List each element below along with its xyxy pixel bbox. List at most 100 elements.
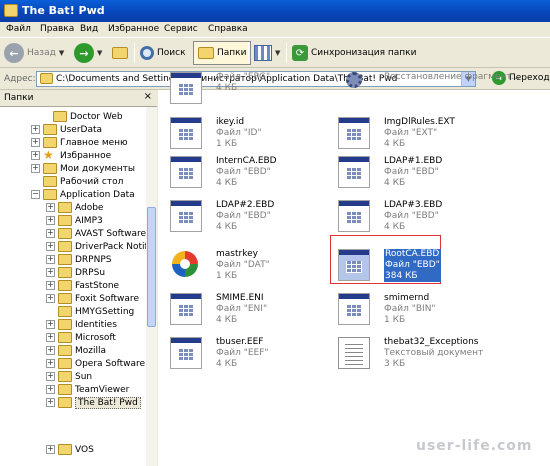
chevron-down-icon[interactable]: ▼ bbox=[59, 49, 64, 57]
tree-item[interactable]: + DRPNPS bbox=[46, 253, 111, 266]
menu-favorites[interactable]: Избранное bbox=[108, 24, 159, 34]
tree-item[interactable]: + TeamViewer bbox=[46, 383, 129, 396]
tree-item[interactable]: + Sun bbox=[46, 370, 92, 383]
back-button[interactable]: ← Назад ▼ bbox=[4, 41, 64, 65]
tree-item[interactable]: Doctor Web bbox=[41, 110, 123, 123]
file-item[interactable]: LDAP#3.EBD Файл "EBD" 4 КБ bbox=[338, 198, 528, 238]
tree-item-label: Главное меню bbox=[60, 137, 128, 148]
gear-icon bbox=[338, 72, 370, 104]
tree-item[interactable]: + VOS bbox=[46, 443, 94, 456]
folder-icon bbox=[58, 371, 72, 382]
expander-icon[interactable]: + bbox=[46, 229, 55, 238]
file-name: SMIME.ENI bbox=[216, 293, 264, 303]
toolbar: ← Назад ▼ → ▼ Поиск Папки ▼ ⟳ Синхрониза… bbox=[0, 38, 550, 68]
expander-icon[interactable]: + bbox=[31, 151, 40, 160]
tree-item[interactable]: + Opera Software bbox=[46, 357, 145, 370]
tree-item[interactable]: + Foxit Software bbox=[46, 292, 139, 305]
tree-item[interactable]: + DRPSu bbox=[46, 266, 105, 279]
expander-icon[interactable]: + bbox=[46, 445, 55, 454]
close-icon[interactable]: × bbox=[144, 91, 152, 102]
tree-item[interactable]: + AVAST Software bbox=[46, 227, 146, 240]
file-item[interactable]: ImgDlRules.EXT Файл "EXT" 4 КБ bbox=[338, 115, 528, 155]
expander-icon[interactable]: + bbox=[46, 359, 55, 368]
chevron-down-icon[interactable]: ▼ bbox=[97, 49, 102, 57]
folder-icon bbox=[58, 444, 72, 455]
views-button[interactable]: ▼ bbox=[254, 41, 280, 65]
file-item[interactable]: mastrkey Файл "DAT" 1 КБ bbox=[170, 247, 360, 287]
file-item[interactable]: SMIME.ENI Файл "ENI" 4 КБ bbox=[170, 291, 360, 331]
file-item[interactable]: thebat32_Exceptions Текстовый документ 3 К… bbox=[338, 335, 528, 375]
file-item[interactable]: ikey.id Файл "ID" 1 КБ bbox=[170, 115, 360, 155]
tree-item[interactable]: HMYGSetting bbox=[46, 305, 134, 318]
expander-icon[interactable]: + bbox=[46, 294, 55, 303]
tree-item[interactable]: + The Bat! Pwd bbox=[46, 396, 141, 409]
expander-icon[interactable]: + bbox=[31, 164, 40, 173]
file-item[interactable]: RootCA.EBD Файл "EBD" 384 КБ bbox=[338, 247, 528, 287]
file-item[interactable]: InternCA.EBD Файл "EBD" 4 КБ bbox=[170, 154, 360, 194]
expander-icon[interactable]: + bbox=[46, 242, 55, 251]
file-item[interactable]: Восстановление фрагмент... bbox=[338, 70, 528, 110]
menu-edit[interactable]: Правка bbox=[40, 24, 74, 34]
folder-tree: Doctor Web + UserData + Главное меню + ★ Избран… bbox=[0, 107, 146, 466]
up-button[interactable] bbox=[112, 41, 128, 65]
tree-item[interactable]: + Identities bbox=[46, 318, 117, 331]
tree-item[interactable]: + ★ Избранное bbox=[31, 149, 111, 162]
toolbar-separator bbox=[134, 43, 135, 63]
expander-icon[interactable]: + bbox=[46, 320, 55, 329]
file-item[interactable]: tbuser.EEF Файл "EEF" 4 КБ bbox=[170, 335, 360, 375]
tree-item[interactable]: + Microsoft bbox=[46, 331, 116, 344]
vertical-scrollbar[interactable] bbox=[146, 107, 157, 466]
file-type: Файл "EXT" bbox=[384, 128, 438, 138]
file-item[interactable]: smimernd Файл "BIN" 1 КБ bbox=[338, 291, 528, 331]
expander-icon[interactable]: + bbox=[46, 255, 55, 264]
expander-icon[interactable]: + bbox=[46, 346, 55, 355]
menu-view[interactable]: Вид bbox=[80, 24, 98, 34]
file-type: Файл "ENI" bbox=[216, 304, 268, 314]
tree-item[interactable]: Рабочий стол bbox=[31, 175, 123, 188]
tree-item[interactable]: + Mozilla bbox=[46, 344, 106, 357]
expander-icon[interactable]: + bbox=[31, 138, 40, 147]
tree-item[interactable]: + AIMP3 bbox=[46, 214, 103, 227]
expander-icon[interactable]: + bbox=[46, 372, 55, 381]
expander-icon[interactable]: + bbox=[46, 385, 55, 394]
menu-tools[interactable]: Сервис bbox=[164, 24, 198, 34]
toolbar-separator bbox=[286, 43, 287, 63]
file-item[interactable]: Файл "EPG" 4 КБ bbox=[170, 70, 360, 110]
sync-button[interactable]: ⟳ Синхронизация папки bbox=[292, 41, 416, 65]
file-item[interactable]: LDAP#1.EBD Файл "EBD" 4 КБ bbox=[338, 154, 528, 194]
search-button[interactable]: Поиск bbox=[140, 41, 186, 65]
folder-icon bbox=[4, 4, 18, 17]
tree-item-label: Application Data bbox=[60, 189, 135, 200]
expander-icon[interactable]: + bbox=[46, 398, 55, 407]
chevron-down-icon: ▼ bbox=[275, 49, 281, 57]
expander-icon[interactable]: + bbox=[31, 125, 40, 134]
data-file-icon bbox=[338, 156, 370, 188]
forward-button[interactable]: → ▼ bbox=[74, 41, 102, 65]
folders-pane-header: Папки × bbox=[0, 90, 157, 107]
tree-item[interactable]: + FastStone bbox=[46, 279, 119, 292]
tree-item[interactable]: + UserData bbox=[31, 123, 102, 136]
data-file-icon bbox=[170, 200, 202, 232]
expander-icon[interactable]: − bbox=[31, 190, 40, 199]
expander-icon[interactable]: + bbox=[46, 281, 55, 290]
search-icon bbox=[140, 46, 154, 60]
expander-icon[interactable]: + bbox=[46, 203, 55, 212]
tree-item-label: Рабочий стол bbox=[60, 176, 124, 187]
menu-file[interactable]: Файл bbox=[6, 24, 31, 34]
expander-icon[interactable]: + bbox=[46, 333, 55, 342]
data-file-icon bbox=[170, 72, 202, 104]
folders-button[interactable]: Папки bbox=[193, 41, 252, 65]
folder-icon bbox=[43, 163, 57, 174]
tree-item[interactable]: + Мои документы bbox=[31, 162, 135, 175]
menu-help[interactable]: Справка bbox=[208, 24, 248, 34]
expander-icon[interactable]: + bbox=[46, 268, 55, 277]
file-item[interactable]: LDAP#2.EBD Файл "EBD" 4 КБ bbox=[170, 198, 360, 238]
tree-item[interactable]: − Application Data bbox=[31, 188, 135, 201]
expander-icon[interactable]: + bbox=[46, 216, 55, 225]
scrollbar-thumb[interactable] bbox=[147, 207, 156, 327]
folder-icon bbox=[58, 358, 72, 369]
file-name: LDAP#3.EBD bbox=[384, 200, 443, 210]
watermark: user-life.com bbox=[416, 438, 533, 454]
tree-item[interactable]: + DriverPack Notifier bbox=[46, 240, 146, 253]
tree-item[interactable]: + Adobe bbox=[46, 201, 103, 214]
